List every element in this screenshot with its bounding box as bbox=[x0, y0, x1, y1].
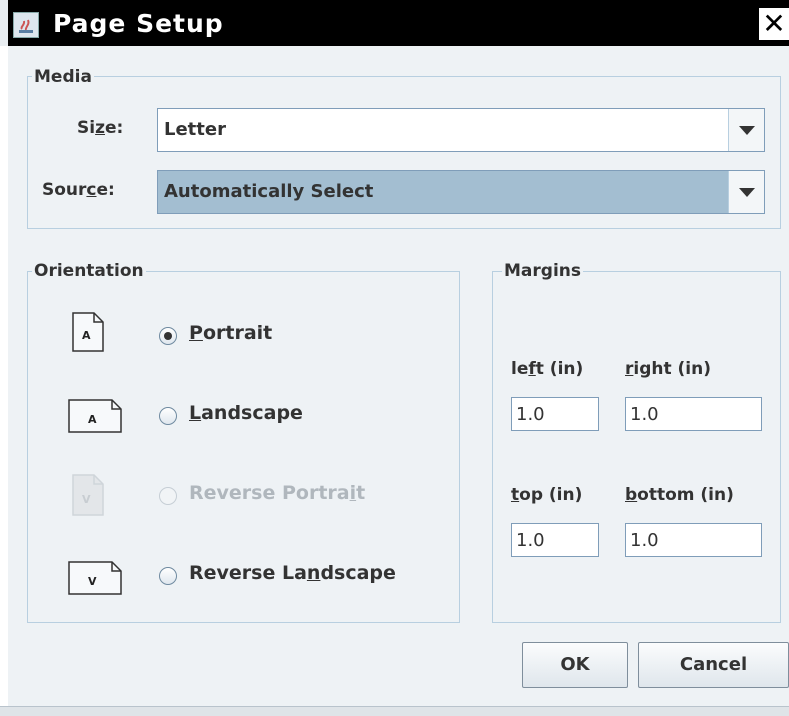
size-label: Size: bbox=[77, 118, 124, 138]
landscape-page-icon: A bbox=[68, 399, 122, 433]
title-bar[interactable]: Page Setup ✕ bbox=[0, 0, 789, 46]
page-setup-dialog: Media Size: Letter Source: Automatically… bbox=[8, 46, 789, 706]
ok-button[interactable]: OK bbox=[522, 642, 628, 688]
svg-text:A: A bbox=[82, 329, 91, 342]
svg-text:V: V bbox=[82, 493, 91, 506]
portrait-page-icon: A bbox=[72, 312, 104, 352]
source-label: Source: bbox=[42, 180, 115, 200]
left-margin-label: left (in) bbox=[511, 359, 584, 379]
reverse-landscape-radio[interactable] bbox=[159, 567, 177, 585]
source-dropdown[interactable]: Automatically Select bbox=[157, 170, 765, 214]
source-value: Automatically Select bbox=[164, 181, 374, 202]
landscape-radio[interactable] bbox=[159, 407, 177, 425]
margins-group bbox=[492, 271, 781, 623]
java-app-icon bbox=[13, 12, 39, 38]
reverse-portrait-page-icon: V bbox=[72, 474, 104, 516]
cancel-button[interactable]: Cancel bbox=[638, 642, 789, 688]
left-margin-field[interactable] bbox=[511, 397, 599, 431]
svg-text:V: V bbox=[88, 575, 97, 588]
right-margin-field[interactable] bbox=[625, 397, 762, 431]
reverse-landscape-label[interactable]: Reverse Landscape bbox=[189, 562, 396, 584]
reverse-portrait-label[interactable]: Reverse Portrait bbox=[189, 482, 365, 504]
reverse-portrait-radio[interactable] bbox=[159, 487, 177, 505]
window-edge bbox=[0, 0, 8, 46]
bottom-margin-label: bottom (in) bbox=[625, 485, 734, 505]
media-legend: Media bbox=[32, 67, 94, 87]
top-margin-field[interactable] bbox=[511, 523, 599, 557]
chevron-down-icon[interactable] bbox=[728, 171, 764, 213]
window-title: Page Setup bbox=[45, 8, 758, 40]
svg-text:A: A bbox=[88, 413, 97, 426]
size-value: Letter bbox=[164, 119, 226, 140]
landscape-label[interactable]: Landscape bbox=[189, 402, 303, 424]
portrait-label[interactable]: Portrait bbox=[189, 322, 272, 344]
orientation-legend: Orientation bbox=[32, 261, 146, 281]
portrait-radio[interactable] bbox=[159, 327, 177, 345]
size-dropdown[interactable]: Letter bbox=[157, 108, 765, 152]
top-margin-label: top (in) bbox=[511, 485, 583, 505]
close-icon[interactable]: ✕ bbox=[759, 8, 789, 40]
chevron-down-icon[interactable] bbox=[728, 109, 764, 151]
bottom-margin-field[interactable] bbox=[625, 523, 762, 557]
right-margin-label: right (in) bbox=[625, 359, 712, 379]
reverse-landscape-page-icon: V bbox=[68, 561, 122, 595]
margins-legend: Margins bbox=[502, 261, 583, 281]
